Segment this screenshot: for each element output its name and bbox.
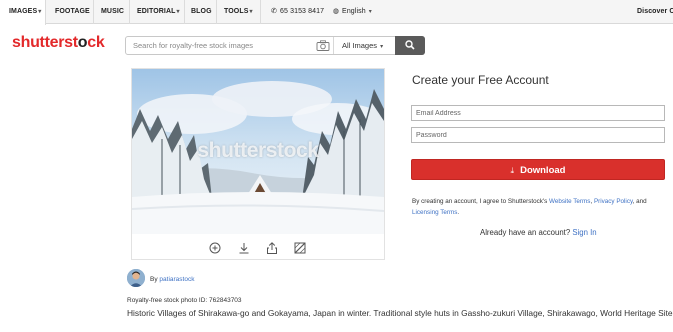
globe-icon: ◍ — [332, 8, 340, 15]
caret-down-icon: ▾ — [380, 44, 384, 50]
caret-down-icon: ▾ — [38, 9, 42, 15]
have-account-text: Already have an account? Sign In — [480, 228, 597, 237]
share-icon[interactable] — [265, 241, 279, 255]
nav-footage[interactable]: FOOTAGE — [55, 0, 90, 24]
create-account-title: Create your Free Account — [412, 73, 549, 87]
nav-language[interactable]: ◍ English ▾ — [332, 0, 372, 24]
contributor-link[interactable]: patiarastock — [159, 276, 194, 283]
privacy-policy-link[interactable]: Privacy Policy — [594, 198, 633, 205]
stock-photo[interactable]: shutterstock — [132, 69, 384, 234]
nav-blog[interactable]: BLOG — [191, 0, 212, 24]
nav-images[interactable]: IMAGES▾ — [0, 0, 46, 25]
download-icon[interactable] — [237, 241, 251, 255]
search-button[interactable] — [395, 36, 425, 55]
photo-id: Royalty-free stock photo ID: 762843703 — [127, 297, 242, 304]
terms-text: By creating an account, I agree to Shutt… — [412, 198, 647, 216]
nav-editorial[interactable]: EDITORIAL▾ — [137, 0, 180, 24]
zoom-icon[interactable] — [208, 241, 222, 255]
nav-music[interactable]: MUSIC — [101, 0, 124, 24]
camera-icon[interactable] — [316, 40, 330, 51]
search-bar: All Images ▾ — [125, 36, 425, 55]
search-input[interactable] — [126, 37, 314, 54]
nav-discover[interactable]: Discover C — [637, 0, 673, 24]
download-arrow-icon: ⤓ — [510, 166, 515, 175]
nav-tools[interactable]: TOOLS▾ — [224, 0, 253, 24]
caret-down-icon: ▾ — [368, 9, 372, 15]
contributor-avatar[interactable] — [127, 269, 145, 287]
sign-in-link[interactable]: Sign In — [572, 228, 596, 237]
shutterstock-logo[interactable]: shutterstock — [12, 34, 105, 52]
search-icon — [405, 40, 415, 50]
caret-down-icon: ▾ — [249, 9, 253, 15]
nav-phone[interactable]: ✆ 65 3153 8417 — [270, 0, 324, 24]
watermark: shutterstock — [197, 139, 319, 162]
website-terms-link[interactable]: Website Terms — [549, 198, 590, 205]
search-category-select[interactable]: All Images ▾ — [336, 37, 392, 54]
password-field[interactable] — [411, 127, 665, 143]
photo-caption: Historic Villages of Shirakawa-go and Go… — [127, 308, 673, 318]
licensing-terms-link[interactable]: Licensing Terms — [412, 209, 457, 216]
contributor-byline: By patiarastock — [150, 276, 195, 283]
email-field[interactable] — [411, 105, 665, 121]
top-nav: IMAGES▾ FOOTAGE MUSIC EDITORIAL▾ BLOG TO… — [0, 0, 673, 25]
edit-icon[interactable] — [293, 241, 307, 255]
caret-down-icon: ▾ — [176, 9, 180, 15]
download-button[interactable]: ⤓ Download — [411, 159, 665, 180]
phone-icon: ✆ — [271, 8, 277, 15]
